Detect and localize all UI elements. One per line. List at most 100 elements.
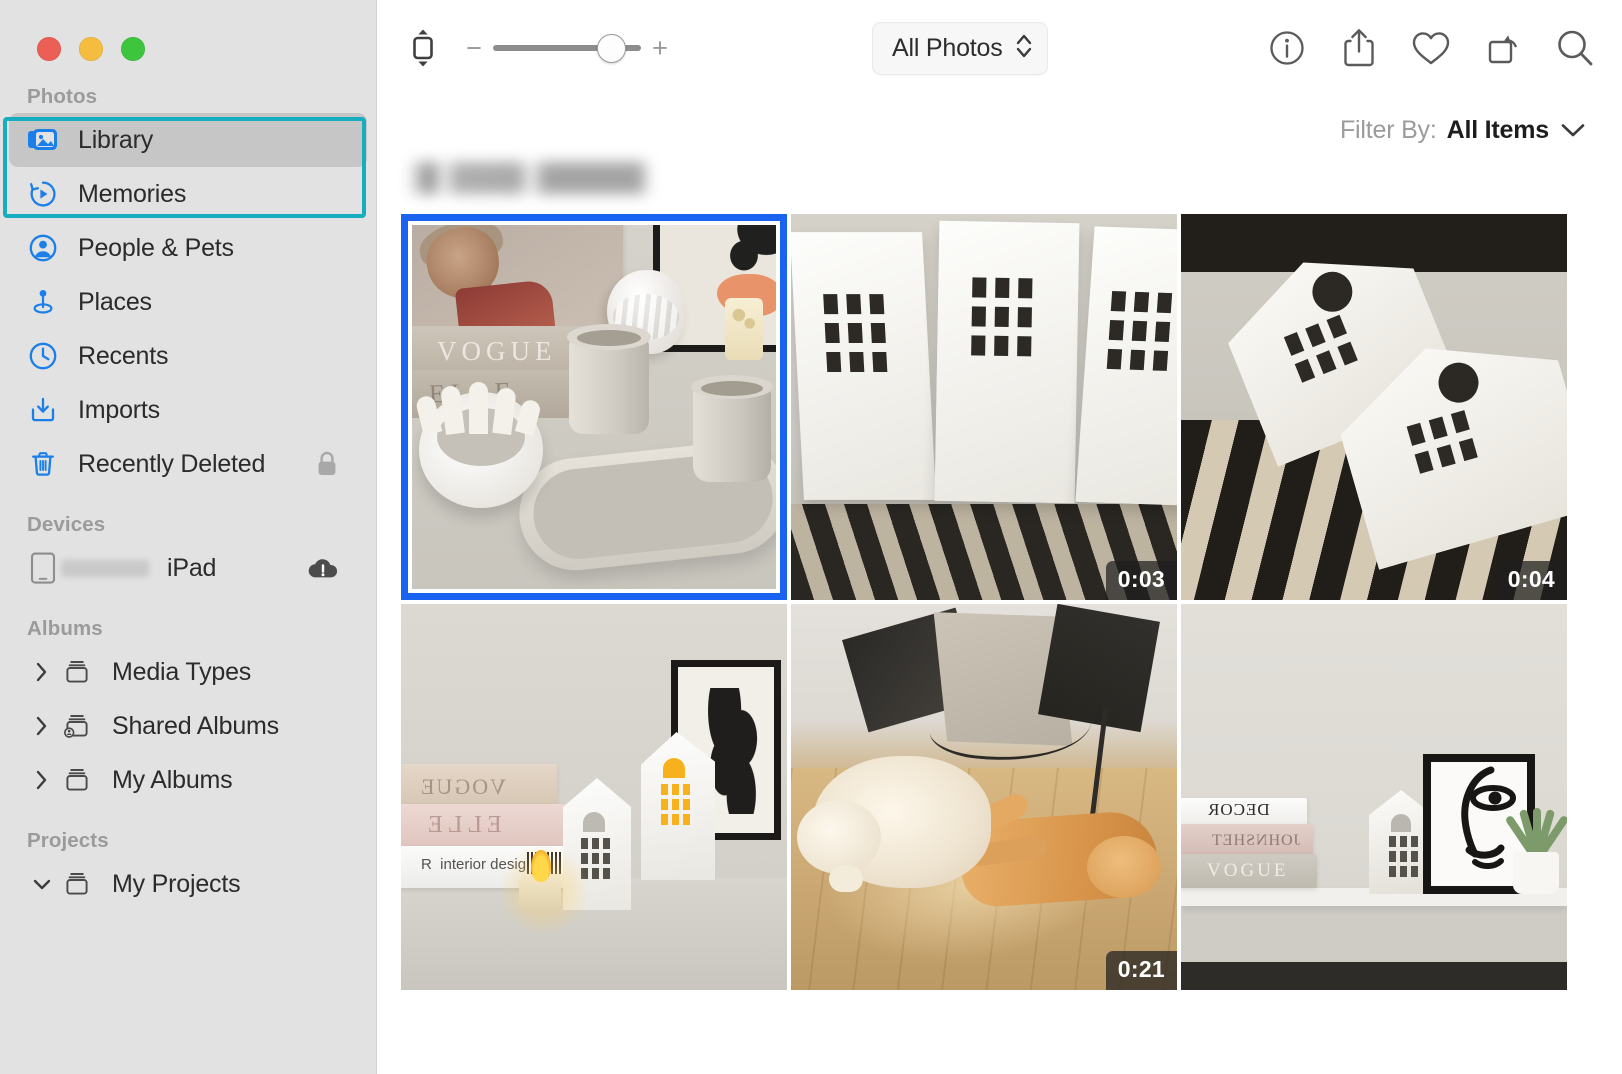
favorite-heart-icon[interactable] xyxy=(1408,25,1454,71)
recents-clock-icon xyxy=(25,341,61,371)
zoom-slider-knob[interactable] xyxy=(597,34,626,63)
sidebar-item-label: Places xyxy=(78,287,152,316)
grid-section-header xyxy=(377,150,1622,214)
sidebar-item-label: Recently Deleted xyxy=(78,449,266,478)
photo-thumbnail: DECOR JOHNSHET VOGUE xyxy=(1181,604,1567,990)
photo-thumbnail xyxy=(1181,214,1567,600)
photo-thumbnail xyxy=(791,604,1177,990)
grid-section-title-redacted xyxy=(408,162,650,194)
sidebar-item-label: Library xyxy=(78,125,154,154)
video-duration-badge: 0:21 xyxy=(1105,951,1177,990)
filter-bar: Filter By: All Items xyxy=(377,96,1622,150)
sidebar-item-my-projects[interactable]: My Projects xyxy=(9,857,367,911)
sidebar-item-library[interactable]: Library xyxy=(9,113,367,167)
memories-icon xyxy=(25,179,61,209)
sidebar-item-label: Shared Albums xyxy=(112,711,279,740)
chevron-down-icon[interactable] xyxy=(31,877,53,891)
filter-by-value: All Items xyxy=(1446,115,1550,144)
sidebar-section-header-photos: Photos xyxy=(27,85,98,108)
sidebar-item-label: My Projects xyxy=(112,869,241,898)
sidebar-item-label: People & Pets xyxy=(78,233,234,262)
sidebar-section-header-albums: Albums xyxy=(27,617,103,640)
photo-grid: VOGUE ELLE xyxy=(377,214,1622,990)
photo-grid-item[interactable]: DECOR JOHNSHET VOGUE xyxy=(1181,604,1567,990)
photo-grid-item[interactable]: VOGUE ELLE xyxy=(401,214,787,600)
sidebar-section-photos: Photos Library Memories People & Pets Pl… xyxy=(0,85,376,491)
imports-icon xyxy=(25,395,61,425)
people-pets-icon xyxy=(25,233,61,263)
chevron-right-icon[interactable] xyxy=(31,715,53,737)
filter-by-label: Filter By: xyxy=(1339,115,1437,144)
sidebar-section-devices: Devices iPad xyxy=(0,513,376,595)
share-icon[interactable] xyxy=(1336,25,1382,71)
sidebar-item-imports[interactable]: Imports xyxy=(9,383,367,437)
view-mode-popup-container: All Photos xyxy=(872,22,1048,75)
sidebar-item-label: My Albums xyxy=(112,765,233,794)
sidebar-section-projects: Projects My Projects xyxy=(0,829,376,911)
shared-album-icon xyxy=(59,711,95,741)
photo-thumbnail xyxy=(791,214,1177,600)
device-name-redacted xyxy=(61,559,149,577)
cloud-alert-icon[interactable] xyxy=(307,556,339,580)
sidebar-item-recently-deleted[interactable]: Recently Deleted xyxy=(9,437,367,491)
trash-icon xyxy=(25,449,61,479)
photo-thumbnail: VOGUE ELLE xyxy=(401,214,787,600)
sidebar-section-header-projects: Projects xyxy=(27,829,109,852)
zoom-out-button[interactable]: − xyxy=(461,34,487,62)
chevron-down-icon[interactable] xyxy=(1560,121,1586,139)
minimize-button[interactable] xyxy=(79,37,103,61)
sidebar-item-places[interactable]: Places xyxy=(9,275,367,329)
sidebar-item-shared-albums[interactable]: Shared Albums xyxy=(9,699,367,753)
search-icon[interactable] xyxy=(1552,25,1598,71)
zoom-slider[interactable] xyxy=(493,34,641,63)
filter-by-control[interactable]: Filter By: All Items xyxy=(1340,116,1586,145)
video-duration-badge: 0:04 xyxy=(1495,561,1567,600)
photo-grid-item[interactable]: 0:03 xyxy=(791,214,1177,600)
video-duration-badge: 0:03 xyxy=(1105,561,1177,600)
sidebar-item-media-types[interactable]: Media Types xyxy=(9,645,367,699)
sidebar-item-people-pets[interactable]: People & Pets xyxy=(9,221,367,275)
toolbar-left-group: − + xyxy=(403,28,673,68)
sidebar: Photos Library Memories People & Pets Pl… xyxy=(0,0,377,1074)
sidebar-section-header-devices: Devices xyxy=(27,513,106,536)
sidebar-scroll-area: Photos Library Memories People & Pets Pl… xyxy=(0,61,376,911)
sidebar-item-memories[interactable]: Memories xyxy=(9,167,367,221)
library-icon xyxy=(25,125,61,155)
all-photos-popup-button[interactable]: All Photos xyxy=(872,22,1048,75)
maximize-button[interactable] xyxy=(121,37,145,61)
all-photos-popup-label: All Photos xyxy=(892,34,1003,62)
close-button[interactable] xyxy=(37,37,61,61)
zoom-control[interactable]: − + xyxy=(461,34,673,63)
sidebar-item-ipad[interactable]: iPad xyxy=(9,541,367,595)
places-icon xyxy=(25,287,61,317)
window-controls xyxy=(0,0,376,61)
photo-grid-item[interactable]: 0:04 xyxy=(1181,214,1567,600)
sidebar-section-albums: Albums Media Types Shared Albums My Albu… xyxy=(0,617,376,807)
photos-app-window: Photos Library Memories People & Pets Pl… xyxy=(0,0,1622,1074)
toolbar-right-group xyxy=(1264,25,1598,71)
chevron-right-icon[interactable] xyxy=(31,769,53,791)
album-icon xyxy=(59,869,95,899)
album-icon xyxy=(59,657,95,687)
aspect-fit-icon[interactable] xyxy=(403,28,443,68)
photo-grid-item[interactable]: 0:21 xyxy=(791,604,1177,990)
zoom-in-button[interactable]: + xyxy=(647,34,673,62)
main-content: − + All Photos Filter By: All Items VOGU… xyxy=(377,0,1622,1074)
sidebar-item-my-albums[interactable]: My Albums xyxy=(9,753,367,807)
toolbar: − + All Photos xyxy=(377,0,1622,96)
up-down-chevron-icon xyxy=(1014,30,1034,67)
album-icon xyxy=(59,765,95,795)
chevron-right-icon[interactable] xyxy=(31,661,53,683)
rotate-icon[interactable] xyxy=(1480,25,1526,71)
ipad-icon xyxy=(25,552,61,584)
lock-icon xyxy=(315,450,339,478)
sidebar-item-label: iPad xyxy=(167,553,217,582)
photo-grid-item[interactable]: VOGUE ELLE R interior design xyxy=(401,604,787,990)
sidebar-item-label: Memories xyxy=(78,179,187,208)
sidebar-item-label: Imports xyxy=(78,395,160,424)
info-icon[interactable] xyxy=(1264,25,1310,71)
sidebar-item-recents[interactable]: Recents xyxy=(9,329,367,383)
photo-thumbnail: VOGUE ELLE R interior design xyxy=(401,604,787,990)
sidebar-item-label: Recents xyxy=(78,341,169,370)
sidebar-item-label: Media Types xyxy=(112,657,252,686)
